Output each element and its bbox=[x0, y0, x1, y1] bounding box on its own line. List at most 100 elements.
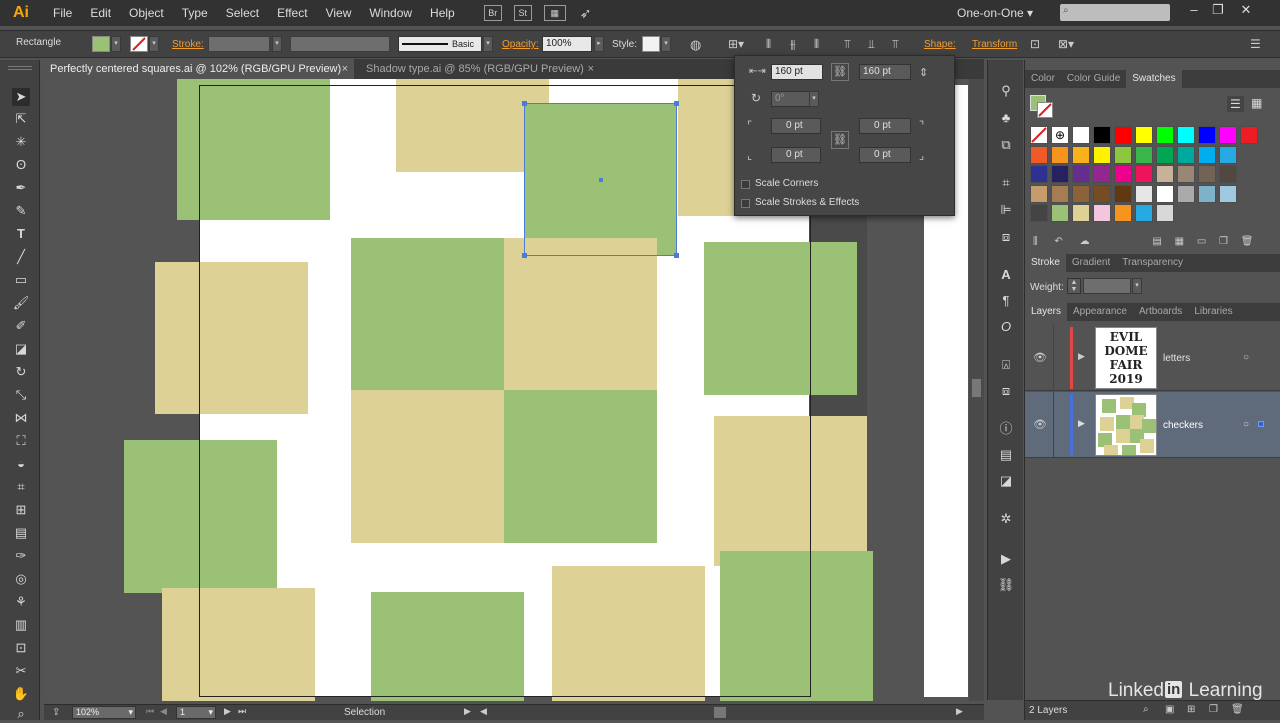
tan-square[interactable] bbox=[714, 416, 867, 566]
layer-row-checkers[interactable]: 👁 ▶ checkers ○ bbox=[1025, 392, 1280, 458]
align-panel-icon[interactable]: ⊫ bbox=[997, 201, 1015, 219]
close-tab-icon[interactable]: × bbox=[588, 59, 594, 79]
variable-width-profile[interactable] bbox=[290, 36, 390, 52]
magic-wand-tool-icon[interactable]: ✳ bbox=[12, 133, 30, 151]
symbols-icon[interactable]: ♣ bbox=[997, 109, 1015, 127]
scroll-left-icon[interactable]: ◀ bbox=[480, 706, 487, 717]
height-field[interactable]: 160 pt bbox=[859, 64, 911, 80]
align-to-icon[interactable]: ⊞▾ bbox=[728, 37, 744, 51]
recolor-icon[interactable]: ◍ bbox=[690, 37, 701, 53]
edit-artboards-icon[interactable]: ⊠▾ bbox=[1058, 37, 1074, 51]
swatch-kinds-icon[interactable]: ▤ bbox=[1152, 236, 1161, 247]
stroke-swatch[interactable] bbox=[130, 36, 148, 52]
color-swatch[interactable] bbox=[1114, 204, 1132, 222]
tab-appearance[interactable]: Appearance bbox=[1067, 303, 1133, 321]
color-swatch[interactable] bbox=[1219, 184, 1237, 203]
tab-artboards[interactable]: Artboards bbox=[1133, 303, 1188, 321]
none-swatch[interactable] bbox=[1030, 126, 1048, 144]
menu-select[interactable]: Select bbox=[217, 6, 268, 20]
menu-file[interactable]: File bbox=[44, 6, 81, 20]
align-left-icon[interactable]: ⫴ bbox=[766, 37, 771, 52]
visibility-eye-icon[interactable]: 👁 bbox=[1033, 351, 1047, 364]
green-square[interactable] bbox=[124, 440, 277, 593]
tan-square[interactable] bbox=[504, 238, 657, 390]
expand-arrow-icon[interactable]: ▶ bbox=[1078, 351, 1085, 362]
opacity-field[interactable]: 100% bbox=[542, 36, 592, 52]
green-square[interactable] bbox=[720, 551, 873, 701]
tan-square[interactable] bbox=[155, 262, 308, 414]
width-field[interactable]: 160 pt bbox=[771, 64, 823, 80]
isolate-icon[interactable]: ⊡ bbox=[1030, 37, 1040, 51]
weight-dropdown[interactable]: ▾ bbox=[1132, 278, 1142, 294]
opacity-link[interactable]: Opacity: bbox=[502, 39, 539, 50]
slice-tool-icon[interactable]: ✂ bbox=[12, 662, 30, 680]
lasso-tool-icon[interactable]: ʘ bbox=[12, 156, 30, 174]
free-transform-tool-icon[interactable]: ⛶ bbox=[12, 432, 30, 450]
corner-tr-field[interactable]: 0 pt bbox=[859, 118, 911, 134]
registration-swatch[interactable]: ⊕ bbox=[1051, 126, 1069, 144]
transform-link[interactable]: Transform bbox=[972, 39, 1017, 50]
swatch-options-icon[interactable]: ▦ bbox=[1175, 236, 1184, 247]
links-icon[interactable]: ⧈ bbox=[997, 382, 1015, 400]
list-view-icon[interactable]: ☰ bbox=[1227, 96, 1244, 112]
color-swatch[interactable] bbox=[1156, 165, 1174, 183]
line-tool-icon[interactable]: ╱ bbox=[12, 248, 30, 266]
color-swatch[interactable] bbox=[1135, 204, 1153, 222]
tab-stroke[interactable]: Stroke bbox=[1025, 254, 1066, 272]
stock-button[interactable]: St bbox=[513, 5, 532, 21]
pathfinder-panel-icon[interactable]: ⧈ bbox=[997, 228, 1015, 246]
links-chain-icon[interactable]: ⛓ bbox=[997, 576, 1015, 594]
color-swatch[interactable] bbox=[1051, 145, 1069, 164]
weight-field[interactable] bbox=[1083, 278, 1131, 294]
layer-name[interactable]: checkers bbox=[1163, 420, 1203, 431]
hand-tool-icon[interactable]: ✋ bbox=[12, 685, 30, 703]
stroke-weight-field[interactable] bbox=[208, 36, 270, 52]
gpu-performance-icon[interactable]: ➶ bbox=[580, 5, 592, 22]
close-window-button[interactable]: ✕ bbox=[1234, 2, 1258, 22]
artboard-tool-icon[interactable]: ⊡ bbox=[12, 639, 30, 657]
tab-color[interactable]: Color bbox=[1025, 70, 1061, 88]
color-swatch[interactable] bbox=[1093, 165, 1111, 183]
eraser-tool-icon[interactable]: ◪ bbox=[12, 340, 30, 358]
color-swatch[interactable] bbox=[1093, 184, 1111, 203]
share-icon[interactable]: ⇪ bbox=[52, 707, 60, 718]
color-swatch[interactable] bbox=[1093, 145, 1111, 164]
selection-handle[interactable] bbox=[674, 101, 679, 106]
constrain-proportions-icon[interactable]: ⛓ bbox=[831, 63, 849, 81]
color-swatch[interactable] bbox=[1156, 126, 1174, 144]
tab-perfectly-centered-squares[interactable]: Perfectly centered squares.ai @ 102% (RG… bbox=[44, 59, 354, 79]
menu-effect[interactable]: Effect bbox=[268, 6, 316, 20]
perspective-grid-tool-icon[interactable]: ⌗ bbox=[12, 478, 30, 496]
color-swatch[interactable] bbox=[1093, 204, 1111, 222]
color-swatch[interactable] bbox=[1156, 204, 1174, 222]
tan-square[interactable] bbox=[162, 588, 315, 701]
color-swatch[interactable] bbox=[1114, 184, 1132, 203]
menu-edit[interactable]: Edit bbox=[81, 6, 120, 20]
close-tab-icon[interactable]: × bbox=[342, 59, 348, 79]
rotate-tool-icon[interactable]: ↻ bbox=[12, 363, 30, 381]
tab-gradient[interactable]: Gradient bbox=[1066, 254, 1116, 272]
scroll-thumb[interactable] bbox=[972, 379, 981, 397]
color-swatch[interactable] bbox=[1156, 184, 1174, 203]
color-swatch[interactable] bbox=[1240, 126, 1258, 144]
color-swatch[interactable] bbox=[1219, 165, 1237, 183]
scale-corners-checkbox[interactable] bbox=[741, 180, 750, 189]
type-tool-icon[interactable]: T bbox=[12, 225, 30, 243]
color-swatch[interactable] bbox=[1198, 145, 1216, 164]
tab-swatches[interactable]: Swatches bbox=[1126, 70, 1182, 88]
green-square[interactable] bbox=[504, 390, 657, 543]
rectangle-tool-icon[interactable]: ▭ bbox=[12, 271, 30, 289]
tab-color-guide[interactable]: Color Guide bbox=[1061, 70, 1126, 88]
last-artboard-icon[interactable]: ⏭ bbox=[238, 706, 246, 717]
fill-dropdown[interactable]: ▾ bbox=[111, 36, 121, 52]
character-icon[interactable]: A bbox=[997, 266, 1015, 284]
color-swatch[interactable] bbox=[1198, 165, 1216, 183]
curvature-tool-icon[interactable]: ✎ bbox=[12, 202, 30, 220]
zoom-field[interactable]: 102% ▾ bbox=[72, 706, 136, 719]
zoom-tool-icon[interactable]: ⌕ bbox=[12, 705, 30, 723]
puppet-warp-icon[interactable]: ⚲ bbox=[997, 82, 1015, 100]
clipping-mask-icon[interactable]: ▣ bbox=[1165, 704, 1174, 715]
stroke-link[interactable]: Stroke: bbox=[172, 39, 204, 50]
color-swatch[interactable] bbox=[1219, 145, 1237, 164]
prev-artboard-icon[interactable]: ◀ bbox=[160, 706, 167, 717]
